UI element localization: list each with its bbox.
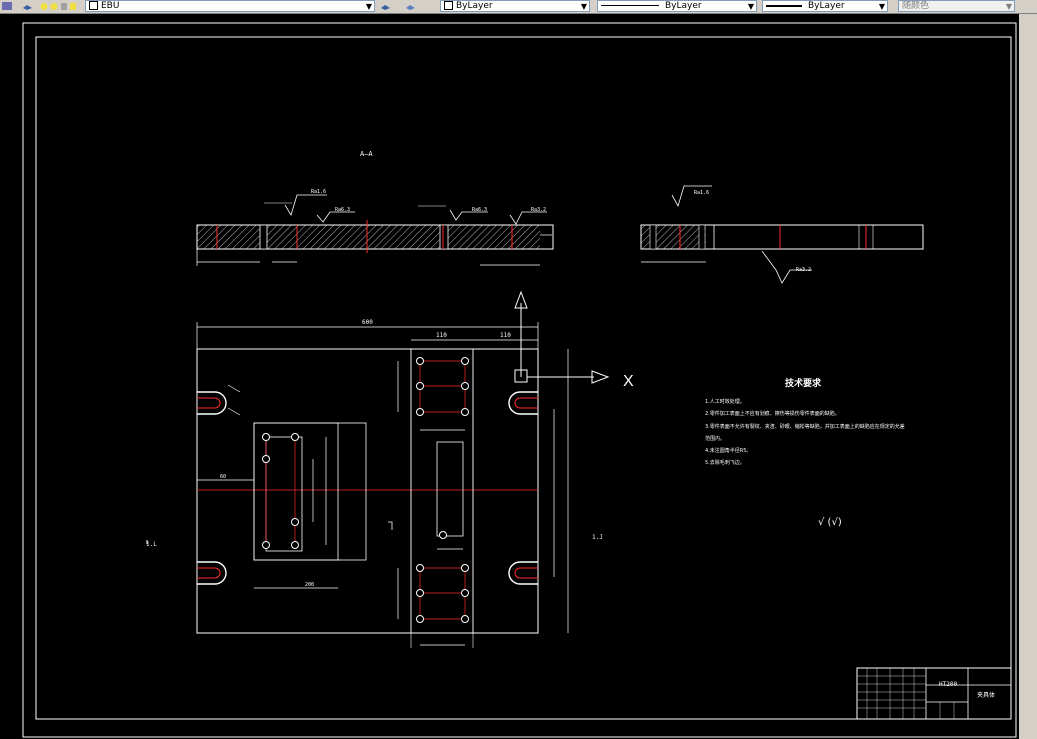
layer-color-swatch: [89, 1, 98, 10]
chevron-down-icon: ▼: [365, 2, 372, 11]
plan-view: 600 110 110 200 60 1.L 1.J: [146, 319, 603, 648]
roughness-label: Ra6.3: [472, 207, 487, 213]
vertical-scrollbar[interactable]: [1019, 14, 1037, 739]
tech-req-item: 2.零件加工表面上不应有划痕、擦伤等损伤零件表面的缺陷。: [705, 410, 840, 417]
roughness-label: Ra3.2: [531, 207, 546, 213]
layer-manager-icon[interactable]: [2, 0, 15, 13]
roughness-label: Ra1.6: [311, 189, 326, 195]
technical-requirements: 技术要求 1.人工时效处理。 2.零件加工表面上不应有划痕、擦伤等损伤零件表面的…: [705, 377, 905, 528]
section-marker-right: 1.J: [592, 534, 603, 541]
dim-110: 110: [436, 332, 447, 339]
lineweight-preview: [766, 4, 802, 7]
frame-border: [35, 36, 1012, 720]
roughness-label: Ra6.3: [335, 207, 350, 213]
cad-drawing: A—A Ra1.6 Ra6.3 Ra6.3 Ra3.2 Ra1.6 Ra3.2 …: [22, 22, 1017, 738]
roughness-label: Ra3.2: [796, 267, 811, 273]
properties-toolbar: EBU ▼ ByLayer ▼ ByLayer ▼ ByLayer ▼ 随颜色 …: [0, 0, 1037, 14]
general-roughness-symbol: √ (√): [818, 517, 842, 528]
chevron-down-icon: ▼: [580, 2, 587, 11]
tech-req-item: 3.零件表面不允许有裂纹、夹渣、砂眼、缩松等缺陷，并加工表面上的缺陷应在规定的允…: [705, 423, 905, 430]
linetype-value: ByLayer: [665, 1, 702, 11]
color-swatch: [444, 1, 453, 10]
make-current-layer-icon[interactable]: [380, 0, 393, 13]
layer-state-icons[interactable]: [40, 0, 85, 13]
x-axis-label: X: [623, 373, 634, 390]
plotstyle-dropdown[interactable]: 随颜色 ▼: [898, 0, 1015, 12]
layer-name: EBU: [101, 1, 120, 11]
color-dropdown[interactable]: ByLayer ▼: [440, 0, 590, 12]
side-view: Ra1.6 Ra3.2: [640, 185, 924, 284]
layers-icon[interactable]: [22, 0, 35, 13]
linetype-preview: [601, 5, 659, 6]
plotstyle-value: 随颜色: [902, 1, 930, 11]
lineweight-value: ByLayer: [808, 1, 845, 11]
layer-dropdown[interactable]: EBU ▼: [85, 0, 375, 12]
dim-60: 60: [220, 474, 226, 480]
linetype-dropdown[interactable]: ByLayer ▼: [597, 0, 757, 12]
chevron-down-icon: ▼: [878, 2, 885, 11]
chevron-down-icon: ▼: [1005, 2, 1012, 11]
lineweight-dropdown[interactable]: ByLayer ▼: [762, 0, 888, 12]
dim-110: 110: [500, 332, 511, 339]
title-block-material: HT200: [939, 681, 957, 688]
roughness-label: Ra1.6: [694, 190, 709, 196]
section-view-aa: Ra1.6 Ra6.3 Ra6.3 Ra3.2: [196, 189, 554, 266]
title-block: HT200 夹具体: [856, 667, 1012, 720]
chevron-down-icon: ▼: [747, 2, 754, 11]
tech-req-item: 范围内。: [705, 435, 725, 442]
section-label: A—A: [360, 150, 373, 158]
color-value: ByLayer: [456, 1, 493, 11]
ucs-axis-icon: X: [514, 290, 634, 390]
dim-overall-width: 600: [362, 319, 373, 326]
section-marker-left: 1.L: [146, 541, 157, 548]
tech-req-item: 5.去除毛刺飞边。: [705, 459, 745, 466]
title-block-part-name: 夹具体: [977, 691, 995, 699]
tech-req-title: 技术要求: [785, 377, 822, 389]
layer-previous-icon[interactable]: [405, 0, 418, 13]
drawing-canvas[interactable]: A—A Ra1.6 Ra6.3 Ra6.3 Ra3.2 Ra1.6 Ra3.2 …: [0, 14, 1019, 739]
dim-200: 200: [305, 582, 314, 588]
tech-req-item: 4.未注圆角半径R5。: [705, 447, 751, 454]
sheet-border: [22, 22, 1017, 738]
tech-req-item: 1.人工时效处理。: [705, 398, 745, 405]
